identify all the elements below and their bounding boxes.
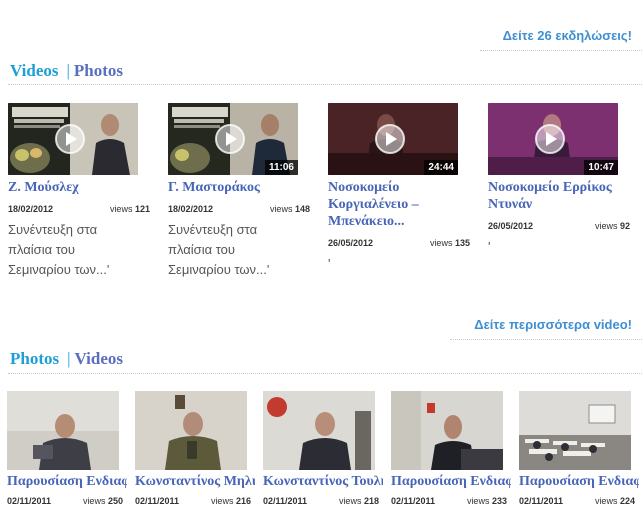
views-label: views — [338, 496, 362, 506]
photo-card: Κωνσταντίνος Τουλής 02/11/2011 views 218 — [263, 391, 388, 507]
video-thumbnail[interactable]: 10:47 — [488, 103, 618, 175]
views-count: 92 — [619, 221, 630, 231]
see-events-link[interactable]: Δείτε 26 εκδηλώσεις! — [503, 28, 632, 43]
video-description: Συνέντευξη στα πλαίσια του Σεμιναρίου τω… — [168, 222, 270, 277]
photo-title[interactable]: Παρουσίαση Ενδιαφερόντων — [519, 473, 639, 490]
views-count: 216 — [235, 496, 251, 506]
views-count: 250 — [107, 496, 123, 506]
views-label: views — [429, 238, 453, 248]
video-card: 24:44 Νοσοκομείο Κοργιαλένειο – Μπενάκει… — [328, 103, 478, 274]
video-views: views 148 — [270, 204, 310, 214]
divider — [8, 373, 642, 374]
photo-thumbnail[interactable] — [135, 391, 247, 470]
video-description: ' — [328, 256, 331, 271]
photo-meta: 02/11/2011 views 250 — [7, 495, 127, 507]
tab-separator: | — [66, 61, 70, 80]
photo-card: Παρουσίαση Ενδιαφερόντων 02/11/2011 view… — [519, 391, 642, 507]
views-label: views — [466, 496, 490, 506]
photo-date: 02/11/2011 — [7, 496, 52, 506]
video-title[interactable]: Νοσοκομείο Ερρίκος Ντυνάν — [488, 179, 618, 213]
tab-separator: | — [67, 349, 71, 368]
video-thumbnail[interactable] — [8, 103, 138, 175]
tab-videos[interactable]: Videos — [75, 349, 124, 368]
photo-views: views 233 — [467, 496, 507, 506]
photo-date: 02/11/2011 — [519, 496, 564, 506]
video-duration: 10:47 — [584, 160, 618, 175]
video-date: 18/02/2012 — [8, 204, 54, 214]
videos-section-tabs: Videos | Photos — [10, 61, 123, 81]
video-views: views 121 — [110, 204, 150, 214]
photo-views: views 250 — [83, 496, 123, 506]
photo-thumbnail[interactable] — [391, 391, 503, 470]
photo-meta: 02/11/2011 views 233 — [391, 495, 511, 507]
video-description: Συνέντευξη στα πλαίσια του Σεμιναρίου τω… — [8, 222, 110, 277]
photo-title[interactable]: Παρουσίαση Ενδιαφερόντων — [391, 473, 511, 490]
photo-card: Παρουσίαση Ενδιαφερόντων 02/11/2011 view… — [391, 391, 516, 507]
video-duration: 11:06 — [264, 160, 298, 175]
photo-card: Παρουσίαση Ενδιαφερόντων 02/11/2011 view… — [7, 391, 132, 507]
photo-title[interactable]: Κωνσταντίνος Τουλής — [263, 473, 383, 490]
video-duration: 24:44 — [424, 160, 458, 175]
video-title[interactable]: Ζ. Μούσλεχ — [8, 179, 138, 196]
video-title[interactable]: Νοσοκομείο Κοργιαλένειο – Μπενάκειο... — [328, 179, 458, 230]
video-description: ' — [488, 239, 491, 254]
views-count: 148 — [294, 204, 310, 214]
photo-title[interactable]: Παρουσίαση Ενδιαφερόντων — [7, 473, 127, 490]
video-meta: 26/05/2012 views 92 — [488, 219, 630, 234]
views-label: views — [269, 204, 293, 214]
divider — [8, 84, 642, 85]
tab-videos[interactable]: Videos — [10, 61, 59, 80]
photo-views: views 218 — [339, 496, 379, 506]
video-meta: 18/02/2012 views 148 — [168, 202, 310, 217]
views-count: 224 — [619, 496, 635, 506]
photo-title[interactable]: Κωνσταντίνος Μηλιάς — [135, 473, 255, 490]
video-views: views 135 — [430, 238, 470, 248]
divider — [480, 50, 642, 51]
views-count: 218 — [363, 496, 379, 506]
views-label: views — [82, 496, 106, 506]
tab-photos[interactable]: Photos — [74, 61, 123, 80]
views-count: 121 — [134, 204, 150, 214]
views-label: views — [594, 496, 618, 506]
tab-photos[interactable]: Photos — [10, 349, 59, 368]
more-videos-link[interactable]: Δείτε περισσότερα video! — [474, 317, 632, 332]
views-label: views — [210, 496, 234, 506]
photo-meta: 02/11/2011 views 218 — [263, 495, 383, 507]
photo-meta: 02/11/2011 views 224 — [519, 495, 639, 507]
divider — [450, 339, 642, 340]
photo-date: 02/11/2011 — [391, 496, 436, 506]
photo-date: 02/11/2011 — [135, 496, 180, 506]
video-meta: 18/02/2012 views 121 — [8, 202, 150, 217]
views-count: 233 — [491, 496, 507, 506]
video-date: 18/02/2012 — [168, 204, 214, 214]
photo-thumbnail[interactable] — [519, 391, 631, 470]
views-label: views — [109, 204, 133, 214]
photo-card: Κωνσταντίνος Μηλιάς 02/11/2011 views 216 — [135, 391, 260, 507]
video-date: 26/05/2012 — [328, 238, 374, 248]
photo-views: views 224 — [595, 496, 635, 506]
photo-thumbnail[interactable] — [263, 391, 375, 470]
video-card: 11:06 Γ. Μαστοράκος 18/02/2012 views 148… — [168, 103, 318, 280]
views-label: views — [594, 221, 618, 231]
photos-section-tabs: Photos | Videos — [10, 349, 123, 369]
video-card: Ζ. Μούσλεχ 18/02/2012 views 121 Συνέντευ… — [8, 103, 158, 280]
video-title[interactable]: Γ. Μαστοράκος — [168, 179, 298, 196]
video-thumbnail[interactable]: 24:44 — [328, 103, 458, 175]
video-meta: 26/05/2012 views 135 — [328, 236, 470, 251]
photo-thumbnail[interactable] — [7, 391, 119, 470]
video-views: views 92 — [595, 221, 630, 231]
views-count: 135 — [454, 238, 470, 248]
video-date: 26/05/2012 — [488, 221, 534, 231]
photo-date: 02/11/2011 — [263, 496, 308, 506]
photo-views: views 216 — [211, 496, 251, 506]
photo-meta: 02/11/2011 views 216 — [135, 495, 255, 507]
video-card: 10:47 Νοσοκομείο Ερρίκος Ντυνάν 26/05/20… — [488, 103, 638, 257]
video-thumbnail[interactable]: 11:06 — [168, 103, 298, 175]
